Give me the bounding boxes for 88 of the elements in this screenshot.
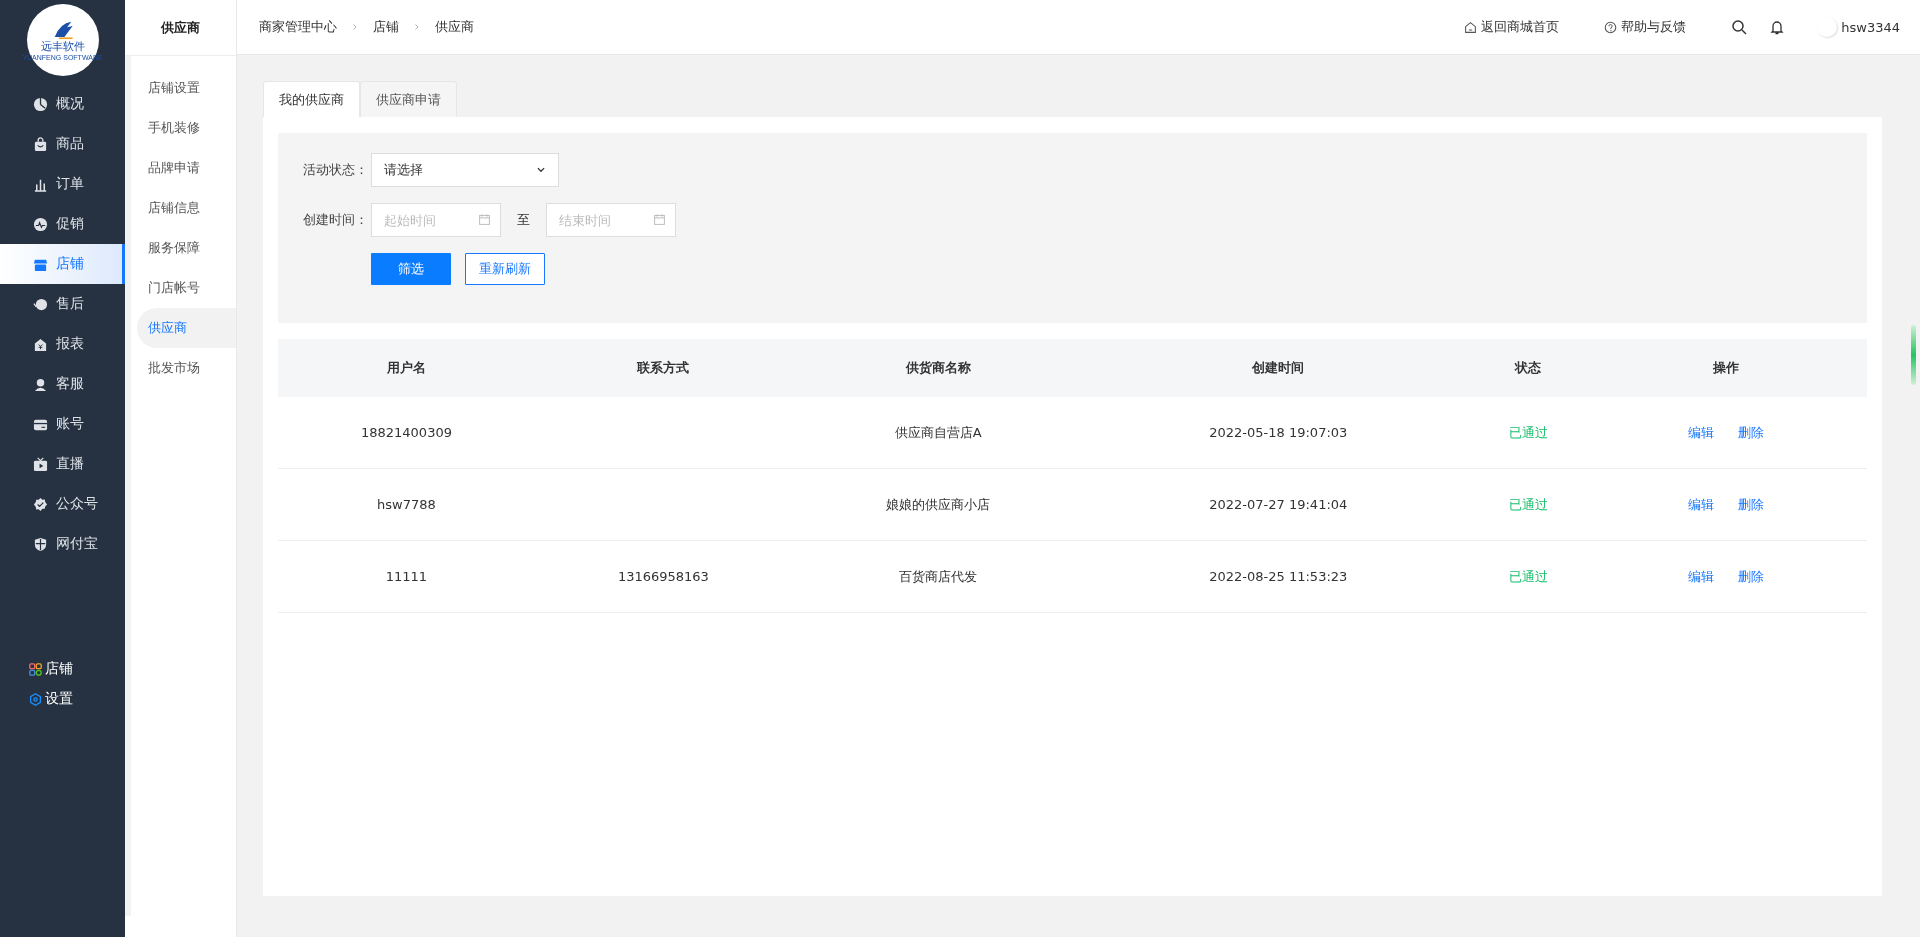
sidebar-item[interactable]: 客服 — [0, 364, 125, 404]
edit-link[interactable]: 编辑 — [1688, 424, 1715, 440]
delete-link[interactable]: 删除 — [1738, 568, 1765, 584]
column-header: 供货商名称 — [791, 339, 1085, 397]
coin-icon — [33, 296, 48, 312]
help-link[interactable]: 帮助与反馈 — [1604, 18, 1687, 36]
notification-button[interactable] — [1769, 19, 1786, 35]
column-header: 用户名 — [278, 339, 535, 397]
status-text: 已通过 — [1508, 424, 1548, 440]
field-label: 活动状态： — [302, 161, 368, 179]
table-cell: 供应商自营店A — [894, 424, 982, 440]
status-select[interactable]: 请选择 — [371, 153, 559, 187]
scrollbar-thumb[interactable] — [1911, 325, 1916, 385]
sidebar-item[interactable]: 公众号 — [0, 484, 125, 524]
range-separator: 至 — [517, 211, 530, 229]
question-circle-icon — [1604, 20, 1618, 34]
house-document-icon — [33, 336, 48, 352]
sidebar-item[interactable]: 账号 — [0, 404, 125, 444]
bag-icon — [33, 136, 48, 152]
column-header: 创建时间 — [1084, 339, 1472, 397]
submenu-item[interactable]: 品牌申请 — [131, 148, 236, 188]
table-cell: 11111 — [385, 569, 428, 584]
home-icon — [1464, 20, 1478, 34]
sidebar-item[interactable]: 网付宝 — [0, 524, 125, 564]
sidebar-item[interactable]: 促销 — [0, 204, 125, 244]
sidebar-item[interactable]: 售后 — [0, 284, 125, 324]
headset-person-icon — [33, 376, 48, 392]
table-cell: 13166958163 — [617, 569, 709, 584]
breadcrumb-link[interactable]: 商家管理中心 — [259, 18, 337, 36]
edit-link[interactable]: 编辑 — [1688, 496, 1715, 512]
chevron-down-icon — [536, 165, 546, 175]
tab[interactable]: 我的供应商 — [263, 81, 360, 117]
column-header: 状态 — [1471, 339, 1586, 397]
sidebar-item[interactable]: 订单 — [0, 164, 125, 204]
submenu-item[interactable]: 供应商 — [137, 308, 236, 348]
delete-link[interactable]: 删除 — [1738, 424, 1765, 440]
search-button[interactable] — [1731, 19, 1748, 35]
chevron-right-icon — [413, 22, 421, 32]
field-label: 创建时间： — [302, 211, 368, 229]
table-cell: 娘娘的供应商小店 — [886, 496, 991, 512]
tab[interactable]: 供应商申请 — [360, 81, 457, 117]
logo-text: 远丰软件 — [40, 40, 85, 53]
calendar-icon — [653, 213, 666, 226]
delete-link[interactable]: 删除 — [1738, 496, 1765, 512]
home-link[interactable]: 返回商城首页 — [1464, 18, 1560, 36]
sidebar-item[interactable]: 概况 — [0, 84, 125, 124]
sidebar-item[interactable]: 直播 — [0, 444, 125, 484]
table-cell: 18821400309 — [360, 425, 452, 440]
sidebar-bottom-item[interactable]: 设置 — [0, 684, 125, 714]
filter-button[interactable]: 筛选 — [371, 253, 451, 285]
search-icon — [1731, 19, 1748, 35]
table-cell: 百货商店代发 — [899, 568, 978, 584]
sidebar-item[interactable]: 店铺 — [0, 244, 125, 284]
bell-icon — [1769, 19, 1786, 35]
table-cell: 2022-07-27 19:41:04 — [1209, 497, 1348, 512]
submenu-item[interactable]: 手机装修 — [131, 108, 236, 148]
table-cell: 2022-08-25 11:53:23 — [1209, 569, 1348, 584]
sidebar-item[interactable]: 商品 — [0, 124, 125, 164]
submenu-item[interactable]: 门店帐号 — [131, 268, 236, 308]
submenu-item[interactable]: 服务保障 — [131, 228, 236, 268]
tv-play-icon — [33, 456, 48, 472]
sidebar-bottom-item[interactable]: 店铺 — [0, 654, 125, 684]
grid-icon — [29, 662, 42, 676]
pulse-icon — [33, 216, 48, 232]
hexagon-icon — [29, 692, 42, 706]
submenu-item[interactable]: 店铺信息 — [131, 188, 236, 228]
breadcrumb-link[interactable]: 供应商 — [435, 18, 474, 36]
pie-chart-icon — [33, 96, 48, 112]
shield-icon — [33, 536, 48, 552]
chevron-right-icon — [351, 22, 359, 32]
edit-link[interactable]: 编辑 — [1688, 568, 1715, 584]
badge-check-icon — [33, 496, 48, 512]
section-title: 供应商 — [125, 0, 236, 56]
submenu-item[interactable]: 店铺设置 — [131, 68, 236, 108]
calendar-icon — [478, 213, 491, 226]
date-field[interactable]: 结束时间 — [546, 203, 676, 237]
refresh-button[interactable]: 重新刷新 — [465, 253, 545, 285]
table-cell: 2022-05-18 19:07:03 — [1209, 425, 1348, 440]
column-header: 联系方式 — [534, 339, 792, 397]
submenu-item[interactable]: 批发市场 — [131, 348, 236, 388]
sidebar-item[interactable]: 报表 — [0, 324, 125, 364]
username[interactable]: hsw3344 — [1841, 19, 1900, 35]
breadcrumb-link[interactable]: 店铺 — [373, 18, 399, 36]
table-cell: hsw7788 — [377, 497, 436, 512]
column-header: 操作 — [1585, 339, 1867, 397]
date-field[interactable]: 起始时间 — [371, 203, 501, 237]
status-text: 已通过 — [1508, 496, 1548, 512]
status-text: 已通过 — [1508, 568, 1548, 584]
